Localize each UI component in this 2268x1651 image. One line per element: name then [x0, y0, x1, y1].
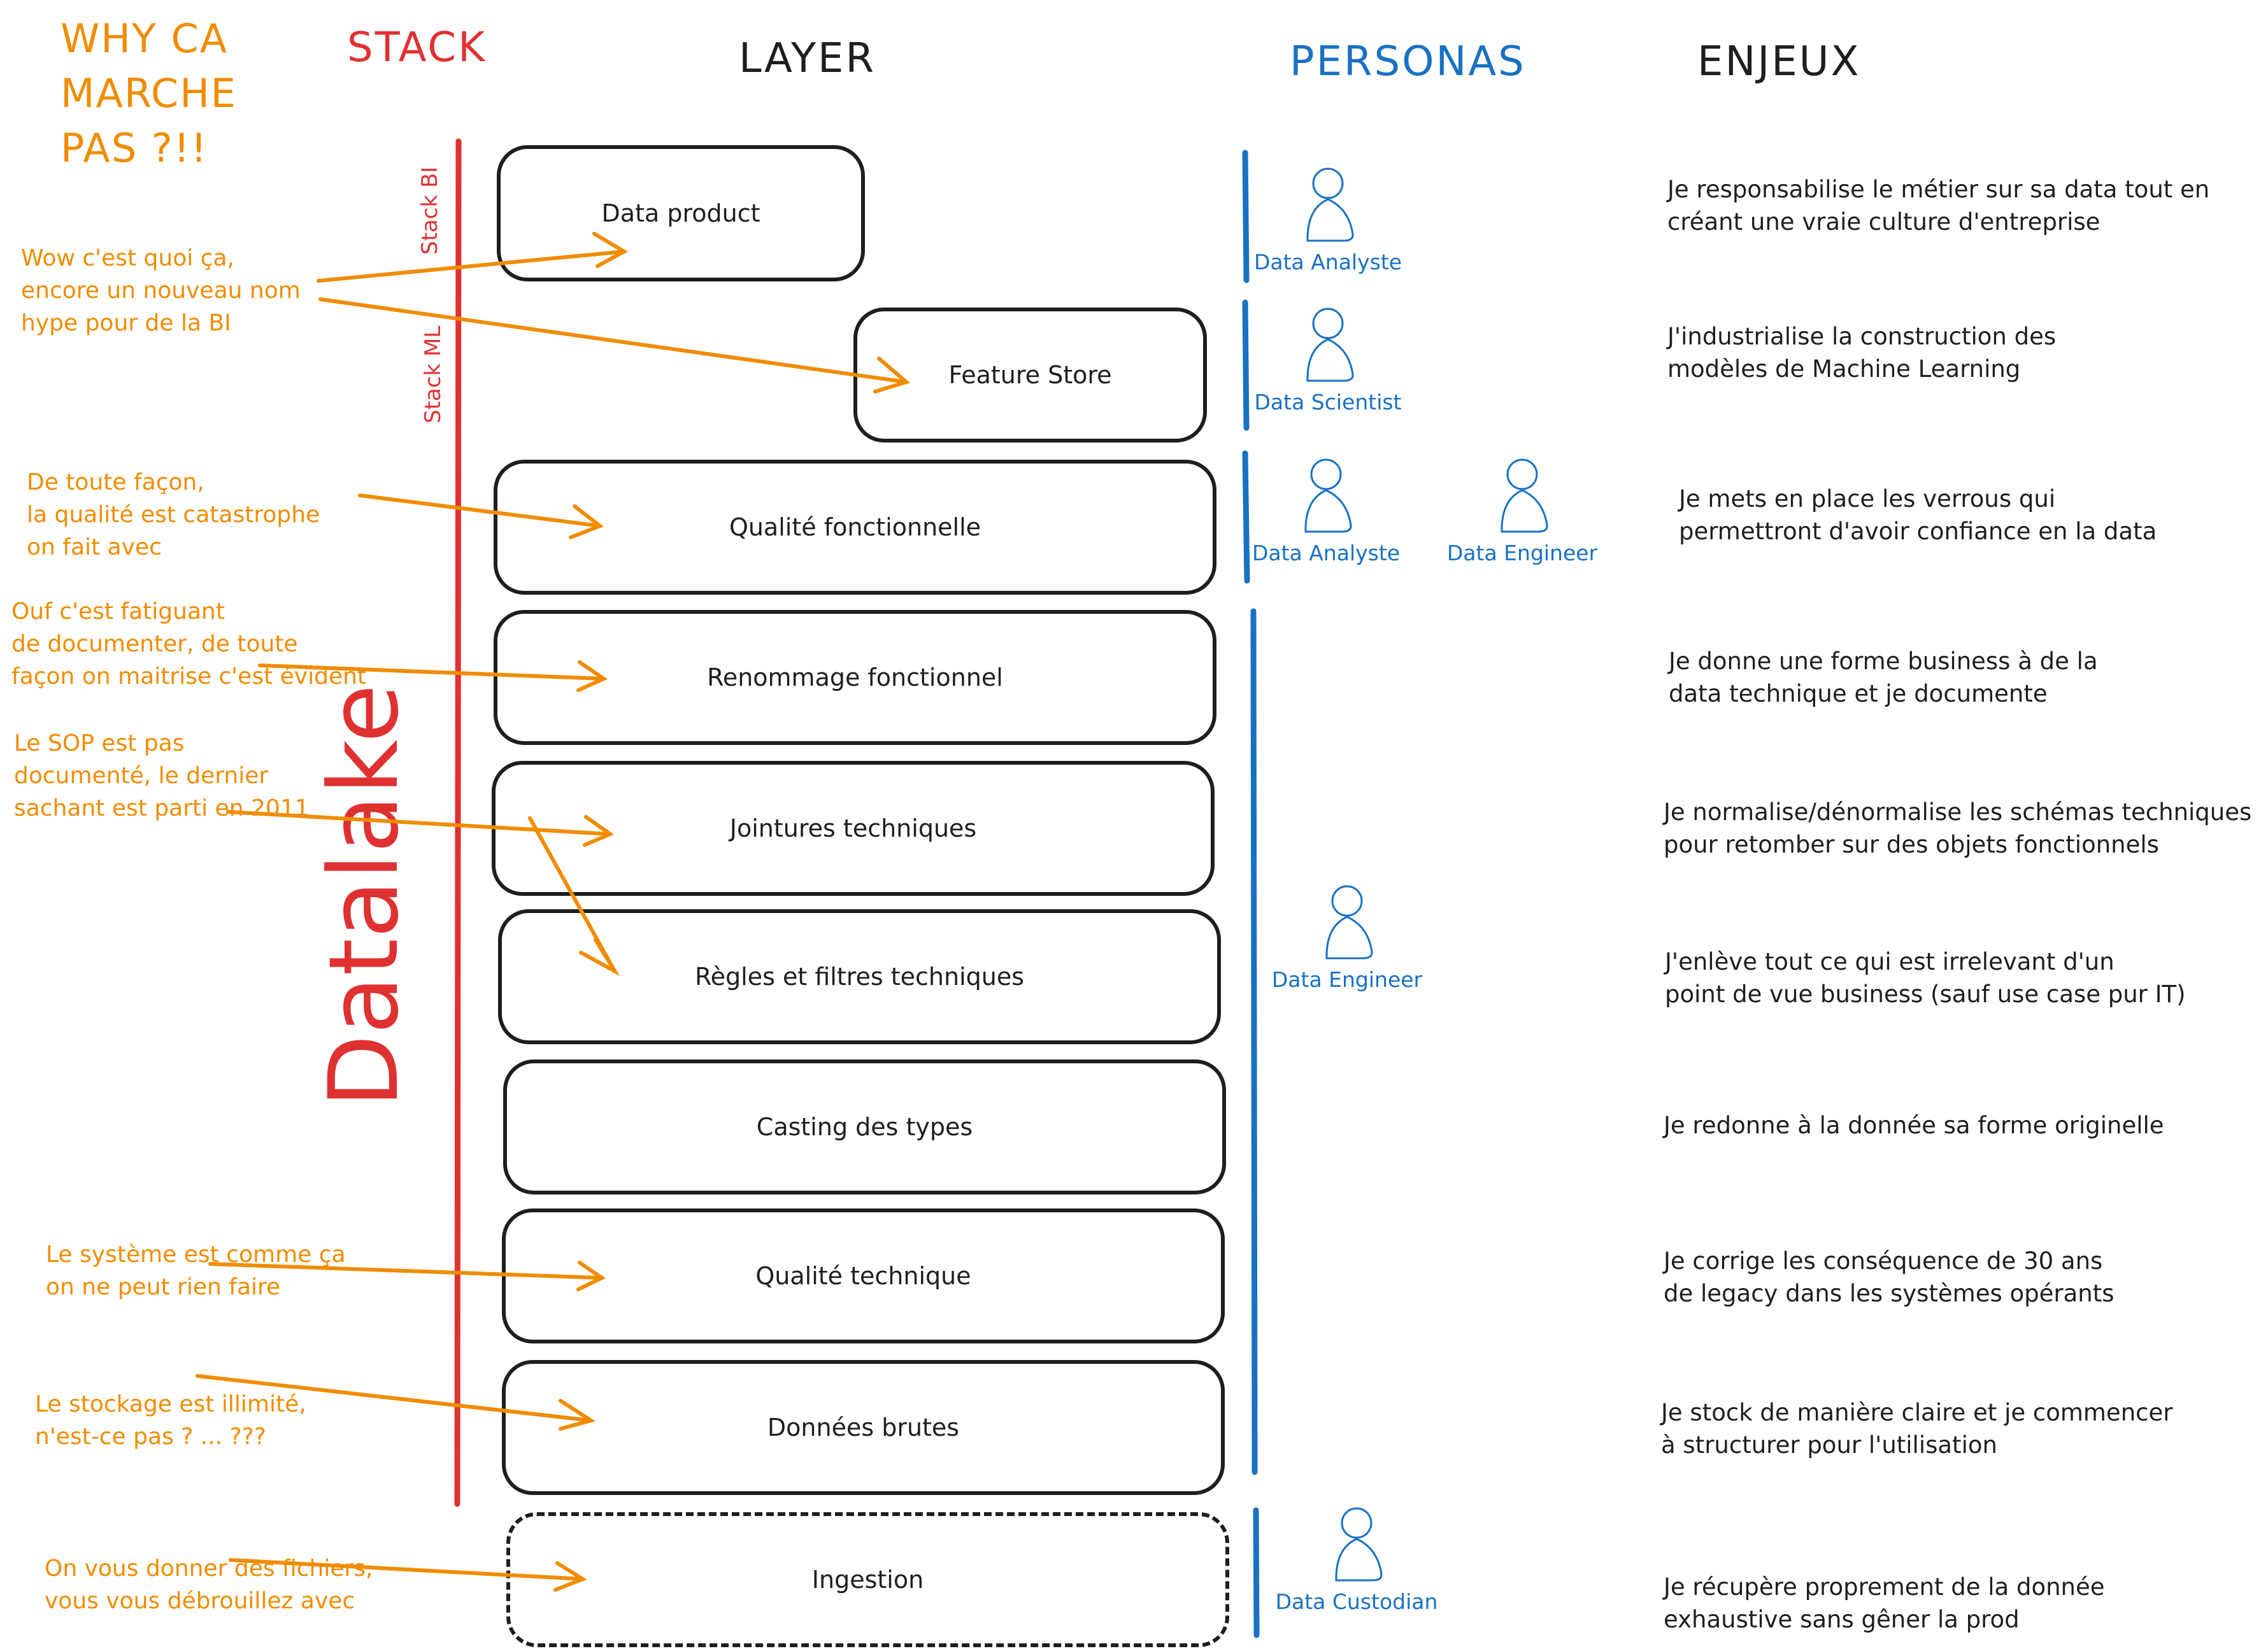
persona-group-bar: [1250, 608, 1258, 1475]
enjeu-data-product: Je responsabilise le métier sur sa data …: [1667, 176, 2210, 236]
enjeu-ingestion: Je récupère proprement de la donnée exha…: [1664, 1573, 2105, 1633]
title-line: MARCHE: [61, 70, 237, 117]
persona-label: Data Scientist: [1254, 390, 1402, 415]
layer-renommage-fonctionnel[interactable]: Renommage fonctionnel: [494, 610, 1216, 745]
persona-data-custodian: Data Custodian: [1276, 1504, 1437, 1614]
person-icon: [1501, 458, 1548, 533]
person-icon: [1335, 1507, 1383, 1582]
layer-casting-types[interactable]: Casting des types: [503, 1059, 1226, 1194]
enjeu-qualite-technique: Je corrige les conséquence de 30 ans de …: [1664, 1247, 2115, 1307]
layer-label: Règles et filtres techniques: [694, 963, 1025, 991]
layer-qualite-fonctionnelle[interactable]: Qualité fonctionnelle: [494, 460, 1216, 595]
header-layer: LAYER: [739, 35, 876, 82]
comment-documentation: Ouf c'est fatiguant de documenter, de to…: [11, 599, 367, 690]
comment-sop: Le SOP est pas documenté, le dernier sac…: [14, 730, 310, 821]
datalake-label: Datalake: [309, 684, 420, 1108]
persona-label: Data Engineer: [1271, 967, 1423, 992]
layer-ingestion[interactable]: Ingestion: [506, 1512, 1229, 1647]
persona-label: Data Engineer: [1446, 541, 1598, 565]
person-icon: [1306, 167, 1354, 242]
layer-regles-filtres[interactable]: Règles et filtres techniques: [498, 909, 1221, 1044]
persona-label: Data Analyste: [1253, 250, 1402, 274]
persona-group-bar: [1242, 299, 1250, 431]
stack-bi-label: Stack BI: [417, 166, 443, 255]
persona-data-analyste: Data Analyste: [1252, 455, 1400, 565]
layer-label: Jointures techniques: [729, 814, 977, 842]
enjeu-jointures: Je normalise/dénormalise les schémas tec…: [1664, 798, 2252, 858]
layer-label: Data product: [601, 199, 760, 227]
title-line: PAS ?!!: [61, 125, 208, 171]
enjeu-regles: J'enlève tout ce qui est irrelevant d'un…: [1665, 948, 2186, 1008]
enjeu-feature-store: J'industrialise la construction des modè…: [1667, 323, 2057, 383]
persona-label: Data Custodian: [1275, 1589, 1438, 1614]
person-icon: [1306, 308, 1354, 382]
stack-ml-label: Stack ML: [420, 325, 446, 423]
persona-group-bar: [1242, 450, 1250, 584]
layer-qualite-technique[interactable]: Qualité technique: [502, 1208, 1225, 1343]
persona-group-bar: [1242, 150, 1250, 283]
comment-fichiers: On vous donner des fichiers, vous vous d…: [45, 1555, 373, 1614]
layer-label: Qualité fonctionnelle: [729, 513, 981, 541]
enjeu-qualite-fonctionnelle: Je mets en place les verrous qui permett…: [1679, 485, 2157, 545]
enjeu-casting: Je redonne à la donnée sa forme originel…: [1664, 1112, 2164, 1139]
layer-data-product[interactable]: Data product: [497, 145, 865, 281]
comment-qualite: De toute façon, la qualité est catastrop…: [27, 469, 320, 560]
header-personas: PERSONAS: [1290, 38, 1526, 85]
stack-line: [454, 138, 462, 1507]
layer-jointures-techniques[interactable]: Jointures techniques: [492, 761, 1215, 896]
enjeu-donnees-brutes: Je stock de manière claire et je commenc…: [1661, 1399, 2173, 1459]
persona-label: Data Analyste: [1252, 541, 1401, 565]
persona-data-analyste: Data Analyste: [1254, 164, 1402, 274]
comment-bi-hype: Wow c'est quoi ça, encore un nouveau nom…: [21, 245, 301, 336]
persona-group-bar: [1253, 1507, 1260, 1638]
layer-label: Qualité technique: [755, 1262, 971, 1290]
layer-label: Renommage fonctionnel: [707, 663, 1003, 691]
header-stack: STACK: [347, 24, 487, 71]
layer-label: Ingestion: [811, 1566, 924, 1594]
arrow-to-feature-store: [318, 297, 911, 393]
person-icon: [1304, 458, 1352, 533]
diagram-title: WHY CA MARCHE PAS ?!!: [61, 11, 237, 176]
enjeu-renommage: Je donne une forme business à de la data…: [1669, 648, 2098, 707]
layer-label: Données brutes: [767, 1414, 960, 1442]
layer-feature-store[interactable]: Feature Store: [853, 308, 1207, 443]
person-icon: [1325, 885, 1373, 960]
header-enjeux: ENJEUX: [1697, 38, 1861, 85]
layer-label: Casting des types: [756, 1113, 973, 1141]
persona-data-scientist: Data Scientist: [1255, 304, 1402, 415]
comment-systeme: Le système est comme ça on ne peut rien …: [46, 1242, 346, 1300]
title-line: WHY CA: [61, 15, 229, 62]
layer-donnees-brutes[interactable]: Données brutes: [502, 1360, 1225, 1495]
layer-label: Feature Store: [948, 361, 1112, 389]
persona-data-engineer: Data Engineer: [1272, 882, 1422, 992]
persona-data-engineer: Data Engineer: [1447, 455, 1597, 565]
comment-stockage: Le stockage est illimité, n'est-ce pas ?…: [35, 1391, 306, 1450]
